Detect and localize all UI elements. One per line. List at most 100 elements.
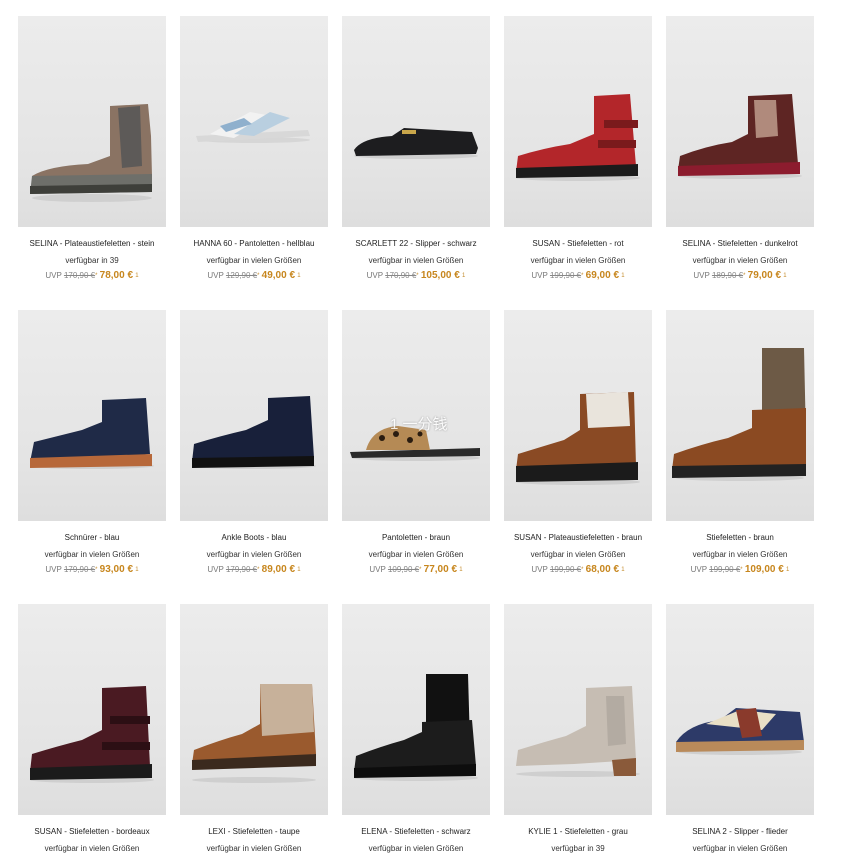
product-name[interactable]: HANNA 60 - Pantoletten - hellblau — [180, 239, 328, 249]
sale-price: 93,00 € — [99, 564, 134, 575]
product-name[interactable]: SUSAN - Plateaustiefeletten - braun — [504, 533, 652, 543]
product-card[interactable]: Ankle Boots - blau verfügbar in vielen G… — [180, 310, 328, 579]
product-card[interactable]: SCARLETT 22 - Slipper - schwarz verfügba… — [342, 16, 490, 285]
product-card[interactable]: SUSAN - Stiefeletten - bordeaux verfügba… — [18, 604, 166, 854]
old-price: 199,90 € — [549, 565, 582, 574]
availability-text: verfügbar in 39 — [65, 256, 119, 265]
price-asterisk: * — [581, 567, 584, 573]
chelsea-boot-grey-image — [516, 686, 640, 777]
uvp-label: UVP — [690, 565, 707, 574]
price-line: UVP 129,90 €* 49,00 € 1 — [180, 271, 328, 285]
product-image[interactable] — [18, 16, 166, 227]
product-image[interactable] — [504, 310, 652, 521]
availability-text: verfügbar in vielen Größen — [368, 550, 464, 559]
product-card[interactable]: SELINA - Stiefeletten - dunkelrot verfüg… — [666, 16, 814, 285]
product-card[interactable]: SUSAN - Plateaustiefeletten - braun verf… — [504, 310, 652, 579]
sale-price: 105,00 € — [420, 270, 460, 281]
uvp-label: UVP — [531, 565, 548, 574]
sale-price: 89,00 € — [261, 564, 296, 575]
price-footnote: 1 — [783, 273, 787, 279]
uvp-label: UVP — [693, 271, 710, 280]
product-card[interactable]: Stiefeletten - braun verfügbar in vielen… — [666, 310, 814, 579]
ankle-boot-darkred-image — [678, 94, 802, 179]
price-asterisk: * — [743, 273, 746, 279]
product-name[interactable]: SELINA - Stiefeletten - dunkelrot — [666, 239, 814, 249]
product-image[interactable] — [18, 310, 166, 521]
product-image[interactable] — [342, 16, 490, 227]
availability-text: verfügbar in vielen Größen — [44, 844, 140, 853]
product-name[interactable]: SELINA 2 - Slipper - flieder — [666, 827, 814, 837]
uvp-label: UVP — [207, 565, 224, 574]
product-card[interactable]: ELENA - Stiefeletten - schwarz verfügbar… — [342, 604, 490, 854]
price-footnote: 1 — [459, 567, 463, 573]
product-image[interactable] — [504, 604, 652, 815]
product-image[interactable] — [342, 604, 490, 815]
price-line: UVP 199,90 €* 109,00 € 1 — [666, 565, 814, 579]
availability-text: verfügbar in vielen Größen — [692, 256, 788, 265]
price-asterisk: * — [419, 567, 422, 573]
product-card[interactable]: SELINA 2 - Slipper - flieder verfügbar i… — [666, 604, 814, 854]
watermark-overlay: 1 一分钱 — [390, 416, 448, 433]
price-line: UVP 179,90 €* 93,00 € 1 — [18, 565, 166, 579]
price-asterisk: * — [740, 567, 743, 573]
price-asterisk: * — [581, 273, 584, 279]
sale-price: 79,00 € — [747, 270, 782, 281]
old-price: 170,90 € — [385, 271, 417, 280]
price-asterisk: * — [257, 273, 260, 279]
availability-text: verfügbar in vielen Größen — [206, 844, 302, 853]
price-footnote: 1 — [135, 273, 139, 279]
product-name[interactable]: ELENA - Stiefeletten - schwarz — [342, 827, 490, 837]
product-name[interactable]: KYLIE 1 - Stiefeletten - grau — [504, 827, 652, 837]
product-name[interactable]: LEXI - Stiefeletten - taupe — [180, 827, 328, 837]
product-image[interactable] — [666, 310, 814, 521]
uvp-label: UVP — [207, 271, 224, 280]
uvp-label: UVP — [45, 271, 62, 280]
old-price: 109,90 € — [387, 565, 420, 574]
product-image[interactable] — [666, 604, 814, 815]
platform-boot-brown-image — [516, 392, 640, 485]
product-image[interactable] — [18, 604, 166, 815]
old-price: 189,90 € — [711, 271, 744, 280]
product-image[interactable] — [180, 604, 328, 815]
old-price: 179,90 € — [63, 565, 96, 574]
old-price: 170,90 € — [63, 271, 96, 280]
old-price: 199,90 € — [709, 565, 741, 574]
sale-price: 68,00 € — [585, 564, 620, 575]
product-name[interactable]: SELINA - Plateaustiefeletten - stein — [18, 239, 166, 249]
product-card[interactable]: HANNA 60 - Pantoletten - hellblau verfüg… — [180, 16, 328, 285]
ankle-boot-blue-image — [192, 396, 316, 469]
product-name[interactable]: SUSAN - Stiefeletten - rot — [504, 239, 652, 249]
product-card[interactable]: Pantoletten - braun verfügbar in vielen … — [342, 310, 490, 579]
loafer-black-image — [354, 128, 478, 159]
sale-price: 49,00 € — [261, 270, 296, 281]
price-footnote: 1 — [462, 273, 466, 279]
product-name[interactable]: Stiefeletten - braun — [666, 533, 814, 543]
availability-text: verfügbar in vielen Größen — [692, 844, 788, 853]
product-name[interactable]: Pantoletten - braun — [342, 533, 490, 543]
old-price: 199,90 € — [549, 271, 582, 280]
product-image[interactable] — [180, 16, 328, 227]
product-image[interactable] — [180, 310, 328, 521]
product-name[interactable]: SUSAN - Stiefeletten - bordeaux — [18, 827, 166, 837]
price-asterisk: * — [257, 567, 260, 573]
product-name[interactable]: SCARLETT 22 - Slipper - schwarz — [342, 239, 490, 249]
product-image[interactable] — [504, 16, 652, 227]
slipper-lilac-image — [676, 708, 804, 755]
product-card[interactable]: SUSAN - Stiefeletten - rot verfügbar in … — [504, 16, 652, 285]
product-name[interactable]: Ankle Boots - blau — [180, 533, 328, 543]
product-card[interactable]: Schnürer - blau verfügbar in vielen Größ… — [18, 310, 166, 579]
availability-text: verfügbar in vielen Größen — [206, 256, 302, 265]
product-name[interactable]: Schnürer - blau — [18, 533, 166, 543]
product-card[interactable]: SELINA - Plateaustiefeletten - stein ver… — [18, 16, 166, 285]
old-price: 179,90 € — [225, 565, 258, 574]
lace-up-boot-blue-image — [30, 398, 154, 469]
availability-text: verfügbar in vielen Größen — [368, 256, 464, 265]
buckle-boot-bordeaux-image — [30, 686, 154, 783]
product-grid: SELINA - Plateaustiefeletten - stein ver… — [0, 0, 861, 854]
product-image[interactable] — [666, 16, 814, 227]
availability-text: verfügbar in 39 — [551, 844, 605, 853]
price-line: UVP 170,90 €* 105,00 € 1 — [342, 271, 490, 285]
product-card[interactable]: LEXI - Stiefeletten - taupe verfügbar in… — [180, 604, 328, 854]
sock-boot-brown-image — [672, 348, 806, 481]
product-card[interactable]: KYLIE 1 - Stiefeletten - grau verfügbar … — [504, 604, 652, 854]
